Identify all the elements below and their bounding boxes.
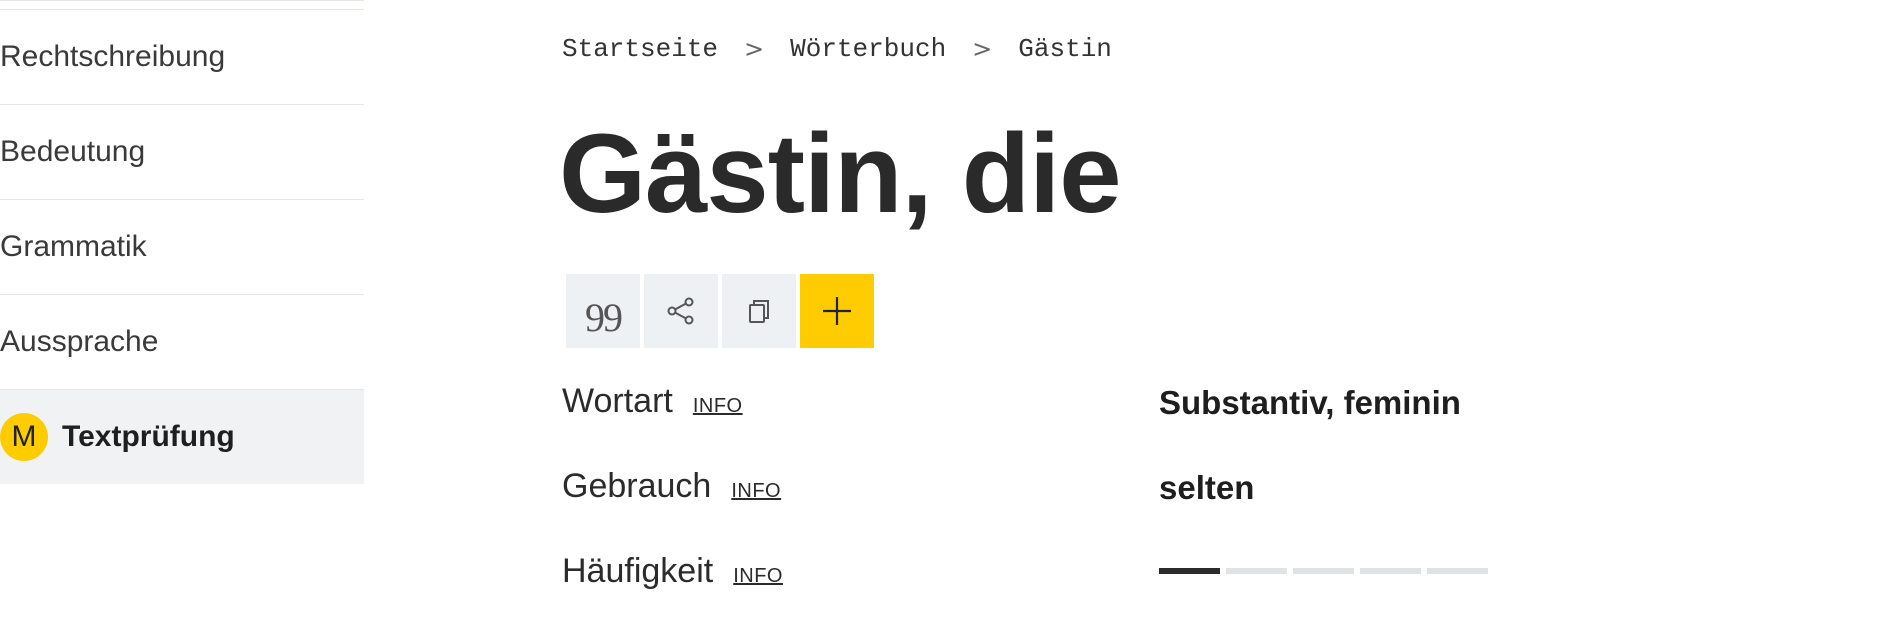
sidebar: Rechtschreibung Bedeutung Grammatik Auss… <box>0 0 364 484</box>
haeufigkeit-info-link[interactable]: INFO <box>733 565 783 588</box>
sidebar-item-label: Bedeutung <box>0 135 146 168</box>
frequency-meter <box>1159 568 1488 574</box>
frequency-segment <box>1159 568 1220 574</box>
wortart-info-link[interactable]: INFO <box>693 395 743 418</box>
gebrauch-label: Gebrauch <box>562 467 712 505</box>
mentor-badge-icon: M <box>0 413 48 461</box>
gebrauch-value: selten <box>1159 469 1255 506</box>
page-title: Gästin, die <box>559 111 1122 236</box>
fact-label: Gebrauch INFO <box>562 467 781 506</box>
fact-label: Häufigkeit INFO <box>562 552 783 591</box>
word-facts: Wortart INFO Substantiv, feminin Gebrauc… <box>562 372 1662 627</box>
copy-icon <box>749 300 769 323</box>
sidebar-item-bedeutung[interactable]: Bedeutung <box>0 105 364 200</box>
breadcrumb-current: Gästin <box>1018 34 1112 64</box>
copy-button[interactable] <box>722 274 796 348</box>
breadcrumb-woerterbuch[interactable]: Wörterbuch <box>790 34 946 64</box>
frequency-segment <box>1360 568 1421 574</box>
fact-row-haeufigkeit: Häufigkeit INFO <box>562 542 1662 627</box>
frequency-segment <box>1293 568 1354 574</box>
add-to-list-button[interactable] <box>800 274 874 348</box>
breadcrumb-startseite[interactable]: Startseite <box>562 34 718 64</box>
action-toolbar: 99 <box>566 274 874 348</box>
sidebar-item-label: Textprüfung <box>62 420 235 453</box>
sidebar-item-textpruefung[interactable]: M Textprüfung <box>0 390 364 484</box>
sidebar-top-divider <box>0 1 364 10</box>
cite-button[interactable]: 99 <box>566 274 640 348</box>
wortart-label: Wortart <box>562 382 673 420</box>
breadcrumb: Startseite > Wörterbuch > Gästin <box>562 34 1112 64</box>
chevron-right-icon: > <box>972 35 993 63</box>
sidebar-item-aussprache[interactable]: Aussprache <box>0 295 364 390</box>
frequency-segment <box>1226 568 1287 574</box>
sidebar-item-rechtschreibung[interactable]: Rechtschreibung <box>0 10 364 105</box>
sidebar-item-label: Grammatik <box>0 230 147 263</box>
fact-label: Wortart INFO <box>562 382 743 421</box>
sidebar-item-label: Aussprache <box>0 325 159 358</box>
plus-icon <box>823 297 851 325</box>
quote-icon: 99 <box>585 295 623 340</box>
frequency-segment <box>1427 568 1488 574</box>
sidebar-item-label: Rechtschreibung <box>0 40 226 73</box>
wortart-value: Substantiv, feminin <box>1159 384 1461 421</box>
share-button[interactable] <box>644 274 718 348</box>
haeufigkeit-label: Häufigkeit <box>562 552 714 590</box>
fact-row-wortart: Wortart INFO Substantiv, feminin <box>562 372 1662 457</box>
sidebar-item-grammatik[interactable]: Grammatik <box>0 200 364 295</box>
chevron-right-icon: > <box>744 35 765 63</box>
gebrauch-info-link[interactable]: INFO <box>731 480 781 503</box>
fact-row-gebrauch: Gebrauch INFO selten <box>562 457 1662 542</box>
share-icon <box>667 297 694 325</box>
